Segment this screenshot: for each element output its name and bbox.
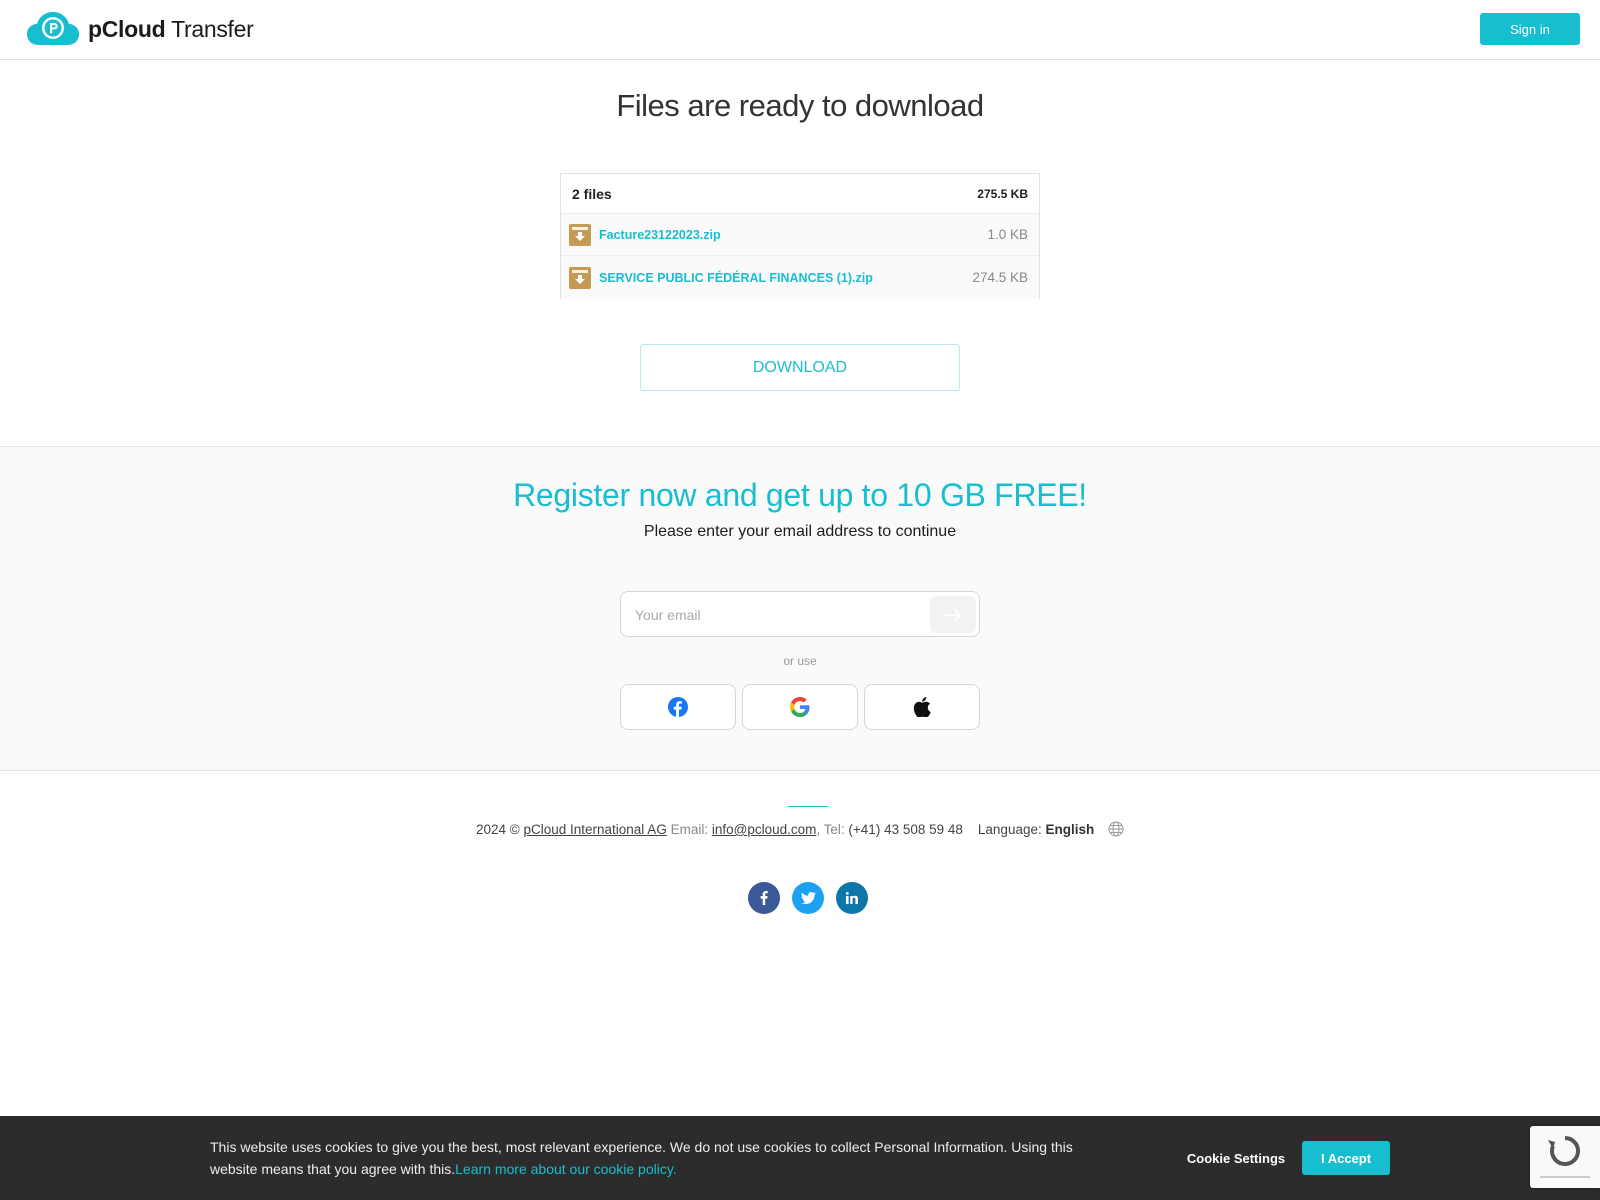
pcloud-cloud-icon	[27, 12, 79, 46]
globe-icon[interactable]	[1108, 821, 1124, 840]
tel-number: (+41) 43 508 59 48	[848, 822, 963, 837]
header: pCloud Transfer Sign in	[0, 0, 1600, 60]
twitter-icon	[800, 892, 816, 904]
pcloud-logo[interactable]: pCloud Transfer	[27, 12, 254, 46]
register-subtitle: Please enter your email address to conti…	[643, 523, 957, 540]
google-icon	[790, 697, 810, 717]
email-label: Email:	[670, 822, 709, 837]
email-submit-button[interactable]	[930, 596, 976, 633]
tel-label: , Tel:	[816, 822, 845, 837]
cookie-accept-button[interactable]: I Accept	[1302, 1141, 1390, 1175]
email-link[interactable]: info@pcloud.com	[712, 822, 817, 837]
company-link[interactable]: pCloud International AG	[523, 822, 666, 837]
facebook-login-button[interactable]	[620, 684, 736, 730]
twitter-share-button[interactable]	[792, 882, 824, 914]
language-selector[interactable]: English	[1046, 822, 1095, 837]
download-button[interactable]: DOWNLOAD	[640, 344, 960, 391]
cookie-text: This website uses cookies to give you th…	[210, 1136, 1080, 1180]
cookie-settings-button[interactable]: Cookie Settings	[1180, 1145, 1292, 1171]
email-field-container	[620, 591, 980, 637]
file-size: 1.0 KB	[987, 227, 1028, 242]
files-total-size: 275.5 KB	[977, 186, 1028, 201]
email-input[interactable]	[635, 604, 915, 626]
facebook-icon	[760, 891, 768, 905]
apple-login-button[interactable]	[864, 684, 980, 730]
page-title: Files are ready to download	[616, 88, 984, 123]
register-title: Register now and get up to 10 GB FREE!	[513, 477, 1087, 513]
footer-divider	[788, 806, 828, 807]
apple-icon	[913, 697, 931, 717]
files-count: 2 files	[572, 185, 612, 202]
file-size: 274.5 KB	[972, 270, 1028, 285]
arrow-right-icon	[944, 608, 961, 621]
file-row[interactable]: SERVICE PUBLIC FÉDÉRAL FINANCES (1).zip …	[561, 256, 1039, 299]
recaptcha-badge[interactable]	[1530, 1126, 1600, 1188]
google-login-button[interactable]	[742, 684, 858, 730]
cookie-banner: This website uses cookies to give you th…	[0, 1116, 1600, 1200]
logo-text: pCloud Transfer	[88, 15, 254, 42]
file-name[interactable]: Facture23122023.zip	[599, 228, 987, 242]
facebook-icon	[668, 697, 688, 717]
language-label: Language:	[977, 822, 1042, 837]
footer-info: 2024 © pCloud International AG Email: in…	[0, 821, 1600, 840]
facebook-share-button[interactable]	[748, 882, 780, 914]
recaptcha-icon	[1540, 1136, 1590, 1178]
register-section: Register now and get up to 10 GB FREE! P…	[0, 446, 1600, 771]
linkedin-icon	[846, 892, 858, 904]
cookie-policy-link[interactable]: Learn more about our cookie policy.	[455, 1161, 677, 1177]
file-list-header: 2 files 275.5 KB	[561, 174, 1039, 214]
file-name[interactable]: SERVICE PUBLIC FÉDÉRAL FINANCES (1).zip	[599, 271, 972, 285]
footer-year: 2024 ©	[475, 822, 520, 837]
linkedin-share-button[interactable]	[836, 882, 868, 914]
or-use-label: or use	[783, 654, 817, 668]
zip-download-icon	[569, 266, 591, 289]
zip-download-icon	[569, 223, 591, 246]
file-row[interactable]: Facture23122023.zip 1.0 KB	[561, 214, 1039, 256]
sign-in-button[interactable]: Sign in	[1480, 13, 1580, 45]
file-list: 2 files 275.5 KB Facture23122023.zip 1.0…	[560, 173, 1040, 299]
